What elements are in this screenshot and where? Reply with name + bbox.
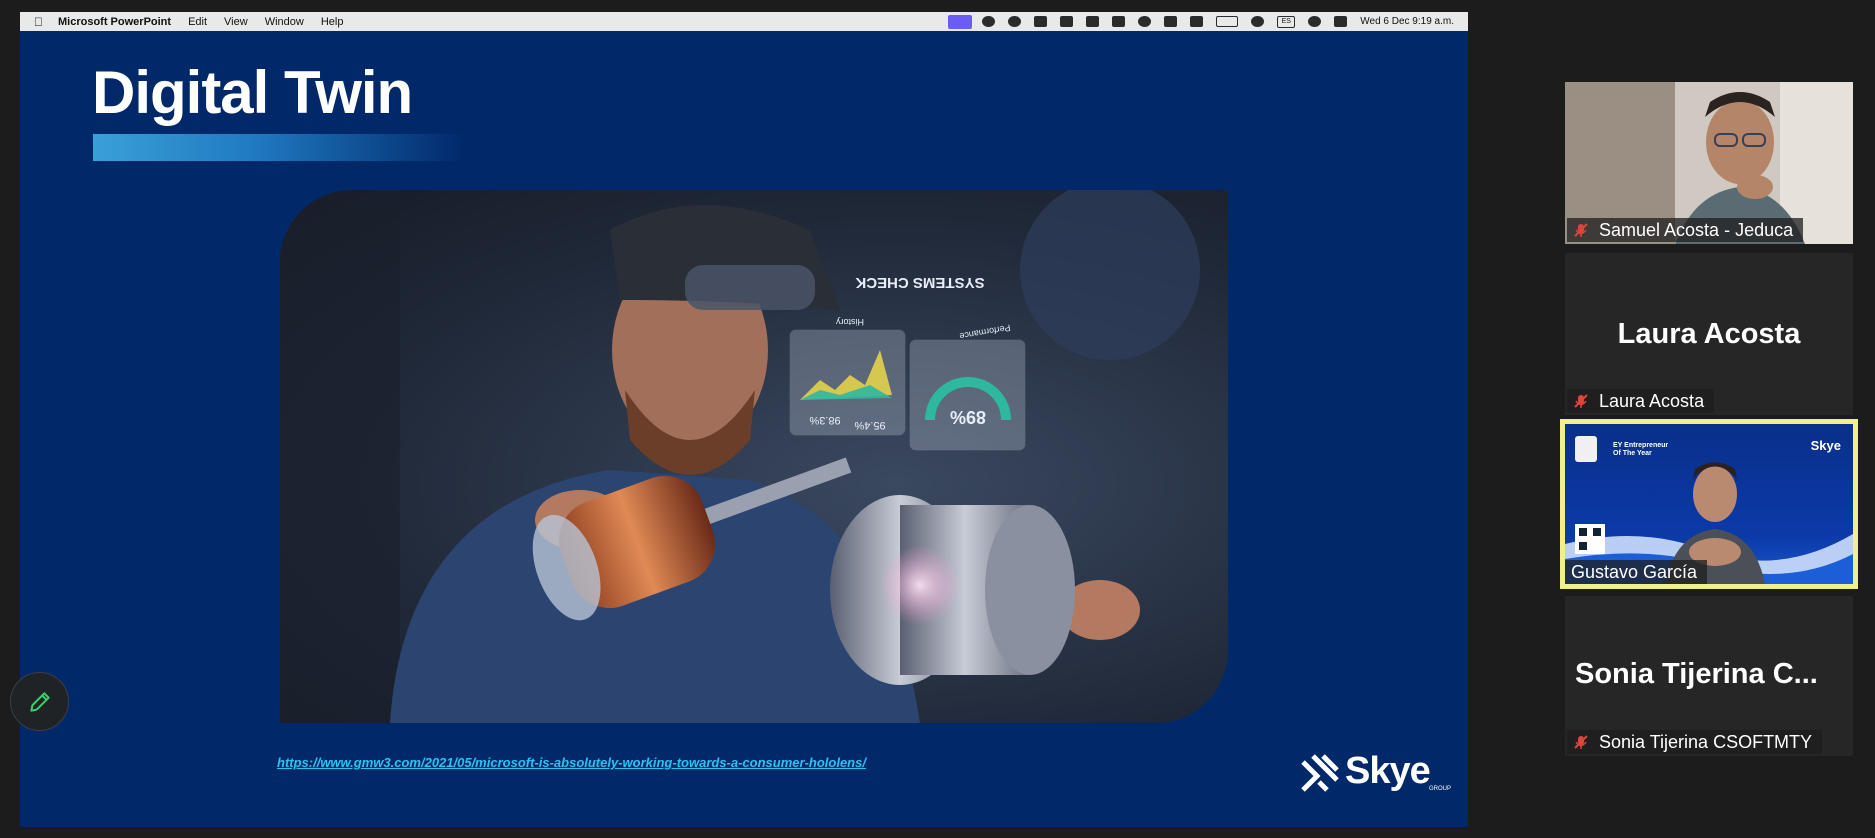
macos-menu-bar:  Microsoft PowerPoint Edit View Window …	[20, 12, 1468, 31]
hud-performance-panel	[909, 339, 1026, 451]
spotlight-search-icon[interactable]	[1308, 16, 1322, 27]
participant-name: Gustavo García	[1571, 561, 1698, 582]
menu-window[interactable]: Window	[265, 16, 304, 28]
airpods-icon[interactable]	[1164, 16, 1178, 27]
hud-history-label: History	[836, 317, 865, 327]
mic-muted-icon	[1574, 394, 1588, 408]
participant-nameplate: Laura Acosta	[1567, 389, 1715, 413]
hud-performance-label: Performance	[959, 323, 1011, 342]
menu-edit[interactable]: Edit	[188, 16, 207, 28]
apple-menu-icon[interactable]: 	[34, 15, 43, 29]
participant-name: Samuel Acosta - Jeduca	[1599, 219, 1794, 240]
skye-logo: Skye GROUP	[1299, 748, 1451, 798]
annotate-button[interactable]	[10, 672, 69, 731]
source-link[interactable]: https://www.gmw3.com/2021/05/microsoft-i…	[277, 755, 866, 770]
dropbox-icon[interactable]	[1034, 16, 1048, 27]
skye-brand-text: Skye	[1810, 438, 1841, 453]
participant-tile-laura[interactable]: Laura Acosta Laura Acosta	[1565, 253, 1853, 415]
hud-systems-check: SYSTEMS CHECK	[855, 274, 984, 291]
app-menu[interactable]: Microsoft PowerPoint	[58, 16, 171, 28]
screen-share-icon[interactable]	[948, 14, 973, 29]
cloud-icon[interactable]	[1008, 16, 1022, 27]
participant-nameplate: Gustavo García	[1565, 560, 1708, 584]
notification-bell-icon[interactable]	[1060, 16, 1074, 27]
input-source-indicator[interactable]: ES	[1277, 15, 1296, 28]
participant-video: EY Entrepreneur Of The Year Skye Gustavo…	[1565, 424, 1853, 584]
hololens-technician-illustration: SYSTEMS CHECK History 98.3% 95.4% 89% Pe…	[280, 190, 1200, 723]
bag-icon[interactable]	[1190, 16, 1204, 27]
participant-nameplate: Samuel Acosta - Jeduca	[1567, 218, 1804, 242]
soccer-ball-icon[interactable]	[982, 16, 996, 27]
battery-icon[interactable]	[1216, 16, 1239, 27]
slide-title: Digital Twin	[92, 59, 413, 126]
skye-tagline: GROUP	[1429, 786, 1452, 792]
shared-screen:  Microsoft PowerPoint Edit View Window …	[20, 12, 1468, 827]
participant-nameplate: Sonia Tijerina CSOFTMTY	[1567, 730, 1823, 754]
award-badge-icon	[1575, 436, 1597, 462]
skye-wordmark: Skye	[1345, 750, 1431, 792]
hud-title: SYSTEMS CHECK	[855, 274, 984, 291]
window-icon[interactable]	[1086, 16, 1100, 27]
cube-icon[interactable]	[1112, 16, 1126, 27]
participant-display-name: Sonia Tijerina C...	[1575, 658, 1818, 690]
menu-bar-status-area: ES Wed 6 Dec 9:19 a.m.	[948, 12, 1468, 31]
participant-tile-samuel[interactable]: Samuel Acosta - Jeduca	[1565, 82, 1853, 244]
menu-help[interactable]: Help	[321, 16, 344, 28]
slide-hero-image: SYSTEMS CHECK History 98.3% 95.4% 89% Pe…	[280, 190, 1228, 723]
sync-icon[interactable]	[1138, 16, 1152, 27]
title-accent-bar	[93, 134, 463, 161]
menu-bar-clock[interactable]: Wed 6 Dec 9:19 a.m.	[1360, 16, 1454, 27]
mic-muted-icon	[1574, 735, 1588, 749]
hud-value-b: 95.4%	[854, 419, 885, 431]
participant-name: Sonia Tijerina CSOFTMTY	[1599, 731, 1813, 752]
wifi-icon[interactable]	[1251, 16, 1265, 27]
hud-gauge-value: 89%	[950, 407, 986, 427]
hud-value-a: 98.3%	[809, 414, 840, 426]
control-center-icon[interactable]	[1334, 16, 1348, 27]
ey-award-text: EY Entrepreneur Of The Year	[1613, 442, 1669, 457]
mic-muted-icon	[1574, 223, 1588, 237]
participant-tile-gustavo-active-speaker[interactable]: EY Entrepreneur Of The Year Skye Gustavo…	[1560, 419, 1858, 589]
menu-view[interactable]: View	[224, 16, 248, 28]
participant-tile-sonia[interactable]: Sonia Tijerina C... Sonia Tijerina CSOFT…	[1565, 596, 1853, 756]
participant-name: Laura Acosta	[1599, 390, 1705, 411]
fan-shape	[1020, 190, 1200, 360]
pencil-icon	[29, 691, 50, 712]
hologram-stator	[830, 495, 1075, 685]
participant-display-name: Laura Acosta	[1617, 318, 1801, 350]
skye-logo-mark-icon	[1301, 754, 1339, 792]
